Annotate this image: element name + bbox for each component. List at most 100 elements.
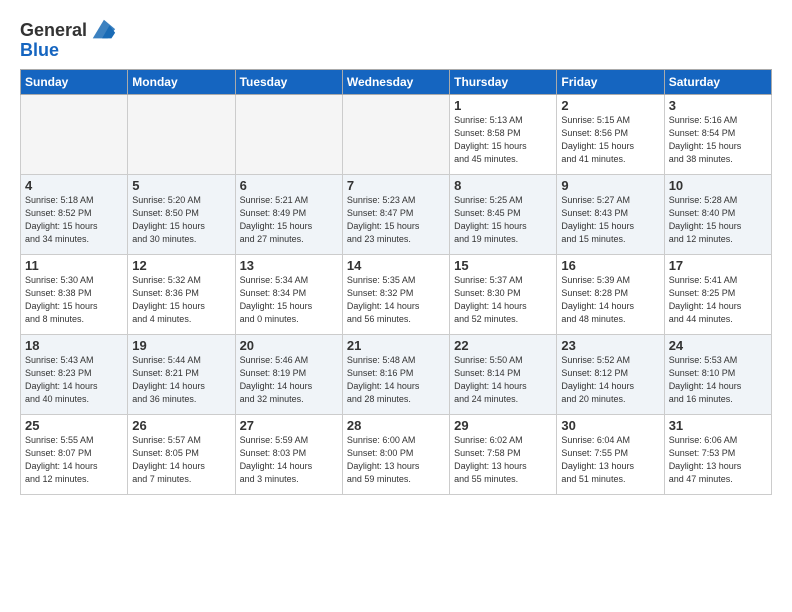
day-cell: 11Sunrise: 5:30 AM Sunset: 8:38 PM Dayli…: [21, 255, 128, 335]
day-info: Sunrise: 5:27 AM Sunset: 8:43 PM Dayligh…: [561, 194, 659, 246]
day-number: 14: [347, 258, 445, 273]
day-cell: 18Sunrise: 5:43 AM Sunset: 8:23 PM Dayli…: [21, 335, 128, 415]
day-number: 18: [25, 338, 123, 353]
day-info: Sunrise: 5:59 AM Sunset: 8:03 PM Dayligh…: [240, 434, 338, 486]
week-row-5: 25Sunrise: 5:55 AM Sunset: 8:07 PM Dayli…: [21, 415, 772, 495]
week-row-3: 11Sunrise: 5:30 AM Sunset: 8:38 PM Dayli…: [21, 255, 772, 335]
day-cell: 27Sunrise: 5:59 AM Sunset: 8:03 PM Dayli…: [235, 415, 342, 495]
day-cell: 13Sunrise: 5:34 AM Sunset: 8:34 PM Dayli…: [235, 255, 342, 335]
day-cell: 23Sunrise: 5:52 AM Sunset: 8:12 PM Dayli…: [557, 335, 664, 415]
col-header-saturday: Saturday: [664, 70, 771, 95]
day-cell: 1Sunrise: 5:13 AM Sunset: 8:58 PM Daylig…: [450, 95, 557, 175]
day-number: 20: [240, 338, 338, 353]
day-info: Sunrise: 5:15 AM Sunset: 8:56 PM Dayligh…: [561, 114, 659, 166]
day-info: Sunrise: 5:55 AM Sunset: 8:07 PM Dayligh…: [25, 434, 123, 486]
day-number: 8: [454, 178, 552, 193]
day-info: Sunrise: 5:44 AM Sunset: 8:21 PM Dayligh…: [132, 354, 230, 406]
day-cell: 26Sunrise: 5:57 AM Sunset: 8:05 PM Dayli…: [128, 415, 235, 495]
day-number: 26: [132, 418, 230, 433]
day-info: Sunrise: 5:46 AM Sunset: 8:19 PM Dayligh…: [240, 354, 338, 406]
day-number: 12: [132, 258, 230, 273]
day-number: 21: [347, 338, 445, 353]
week-row-2: 4Sunrise: 5:18 AM Sunset: 8:52 PM Daylig…: [21, 175, 772, 255]
logo-general: General: [20, 20, 87, 41]
day-number: 29: [454, 418, 552, 433]
day-info: Sunrise: 5:30 AM Sunset: 8:38 PM Dayligh…: [25, 274, 123, 326]
day-number: 10: [669, 178, 767, 193]
day-cell: 8Sunrise: 5:25 AM Sunset: 8:45 PM Daylig…: [450, 175, 557, 255]
day-number: 11: [25, 258, 123, 273]
day-cell: 24Sunrise: 5:53 AM Sunset: 8:10 PM Dayli…: [664, 335, 771, 415]
day-info: Sunrise: 6:04 AM Sunset: 7:55 PM Dayligh…: [561, 434, 659, 486]
day-number: 16: [561, 258, 659, 273]
day-info: Sunrise: 5:32 AM Sunset: 8:36 PM Dayligh…: [132, 274, 230, 326]
day-info: Sunrise: 5:28 AM Sunset: 8:40 PM Dayligh…: [669, 194, 767, 246]
day-number: 2: [561, 98, 659, 113]
day-number: 25: [25, 418, 123, 433]
day-info: Sunrise: 5:23 AM Sunset: 8:47 PM Dayligh…: [347, 194, 445, 246]
page: General Blue SundayMondayTuesdayWednesda…: [0, 0, 792, 612]
day-info: Sunrise: 5:16 AM Sunset: 8:54 PM Dayligh…: [669, 114, 767, 166]
day-info: Sunrise: 5:34 AM Sunset: 8:34 PM Dayligh…: [240, 274, 338, 326]
week-row-1: 1Sunrise: 5:13 AM Sunset: 8:58 PM Daylig…: [21, 95, 772, 175]
day-cell: 17Sunrise: 5:41 AM Sunset: 8:25 PM Dayli…: [664, 255, 771, 335]
day-info: Sunrise: 5:13 AM Sunset: 8:58 PM Dayligh…: [454, 114, 552, 166]
day-number: 9: [561, 178, 659, 193]
day-number: 27: [240, 418, 338, 433]
header: General Blue: [20, 16, 772, 61]
day-cell: 12Sunrise: 5:32 AM Sunset: 8:36 PM Dayli…: [128, 255, 235, 335]
col-header-sunday: Sunday: [21, 70, 128, 95]
day-cell: [128, 95, 235, 175]
day-cell: 4Sunrise: 5:18 AM Sunset: 8:52 PM Daylig…: [21, 175, 128, 255]
day-cell: 9Sunrise: 5:27 AM Sunset: 8:43 PM Daylig…: [557, 175, 664, 255]
day-cell: 14Sunrise: 5:35 AM Sunset: 8:32 PM Dayli…: [342, 255, 449, 335]
day-number: 19: [132, 338, 230, 353]
day-cell: [342, 95, 449, 175]
col-header-wednesday: Wednesday: [342, 70, 449, 95]
day-info: Sunrise: 6:00 AM Sunset: 8:00 PM Dayligh…: [347, 434, 445, 486]
day-cell: 21Sunrise: 5:48 AM Sunset: 8:16 PM Dayli…: [342, 335, 449, 415]
day-info: Sunrise: 6:06 AM Sunset: 7:53 PM Dayligh…: [669, 434, 767, 486]
col-header-monday: Monday: [128, 70, 235, 95]
day-cell: 20Sunrise: 5:46 AM Sunset: 8:19 PM Dayli…: [235, 335, 342, 415]
day-cell: 25Sunrise: 5:55 AM Sunset: 8:07 PM Dayli…: [21, 415, 128, 495]
day-info: Sunrise: 5:37 AM Sunset: 8:30 PM Dayligh…: [454, 274, 552, 326]
day-cell: 30Sunrise: 6:04 AM Sunset: 7:55 PM Dayli…: [557, 415, 664, 495]
day-number: 24: [669, 338, 767, 353]
day-info: Sunrise: 5:48 AM Sunset: 8:16 PM Dayligh…: [347, 354, 445, 406]
day-number: 3: [669, 98, 767, 113]
day-cell: 2Sunrise: 5:15 AM Sunset: 8:56 PM Daylig…: [557, 95, 664, 175]
day-number: 4: [25, 178, 123, 193]
day-number: 23: [561, 338, 659, 353]
day-number: 7: [347, 178, 445, 193]
day-info: Sunrise: 5:53 AM Sunset: 8:10 PM Dayligh…: [669, 354, 767, 406]
day-number: 6: [240, 178, 338, 193]
day-info: Sunrise: 5:41 AM Sunset: 8:25 PM Dayligh…: [669, 274, 767, 326]
day-cell: 29Sunrise: 6:02 AM Sunset: 7:58 PM Dayli…: [450, 415, 557, 495]
day-cell: 7Sunrise: 5:23 AM Sunset: 8:47 PM Daylig…: [342, 175, 449, 255]
logo-icon: [89, 16, 117, 44]
day-cell: [235, 95, 342, 175]
day-cell: 5Sunrise: 5:20 AM Sunset: 8:50 PM Daylig…: [128, 175, 235, 255]
day-cell: 6Sunrise: 5:21 AM Sunset: 8:49 PM Daylig…: [235, 175, 342, 255]
day-cell: 15Sunrise: 5:37 AM Sunset: 8:30 PM Dayli…: [450, 255, 557, 335]
day-number: 5: [132, 178, 230, 193]
day-number: 17: [669, 258, 767, 273]
day-number: 22: [454, 338, 552, 353]
day-cell: 3Sunrise: 5:16 AM Sunset: 8:54 PM Daylig…: [664, 95, 771, 175]
week-row-4: 18Sunrise: 5:43 AM Sunset: 8:23 PM Dayli…: [21, 335, 772, 415]
day-number: 28: [347, 418, 445, 433]
header-row: SundayMondayTuesdayWednesdayThursdayFrid…: [21, 70, 772, 95]
day-info: Sunrise: 5:43 AM Sunset: 8:23 PM Dayligh…: [25, 354, 123, 406]
day-info: Sunrise: 5:35 AM Sunset: 8:32 PM Dayligh…: [347, 274, 445, 326]
day-cell: 22Sunrise: 5:50 AM Sunset: 8:14 PM Dayli…: [450, 335, 557, 415]
day-cell: 10Sunrise: 5:28 AM Sunset: 8:40 PM Dayli…: [664, 175, 771, 255]
col-header-friday: Friday: [557, 70, 664, 95]
day-number: 30: [561, 418, 659, 433]
logo: General Blue: [20, 16, 117, 61]
day-cell: 28Sunrise: 6:00 AM Sunset: 8:00 PM Dayli…: [342, 415, 449, 495]
day-cell: 19Sunrise: 5:44 AM Sunset: 8:21 PM Dayli…: [128, 335, 235, 415]
calendar-table: SundayMondayTuesdayWednesdayThursdayFrid…: [20, 69, 772, 495]
day-number: 13: [240, 258, 338, 273]
col-header-thursday: Thursday: [450, 70, 557, 95]
